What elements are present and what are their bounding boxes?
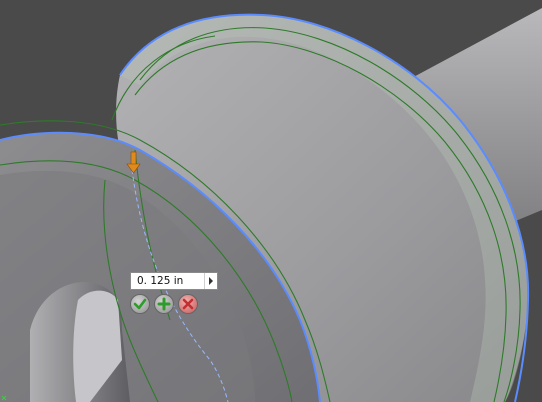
- x-icon: [182, 298, 194, 310]
- plus-icon: [157, 297, 171, 311]
- dimension-value[interactable]: 0. 125 in: [131, 273, 204, 289]
- dimension-input[interactable]: 0. 125 in: [130, 272, 218, 290]
- mini-toolbar-buttons: [130, 294, 218, 314]
- check-icon: [133, 298, 147, 310]
- mini-toolbar: 0. 125 in: [130, 272, 218, 314]
- triangle-right-icon[interactable]: [204, 273, 217, 289]
- apply-button[interactable]: [154, 294, 174, 314]
- cancel-button[interactable]: [178, 294, 198, 314]
- ok-button[interactable]: [130, 294, 150, 314]
- 3d-viewport[interactable]: [0, 0, 542, 402]
